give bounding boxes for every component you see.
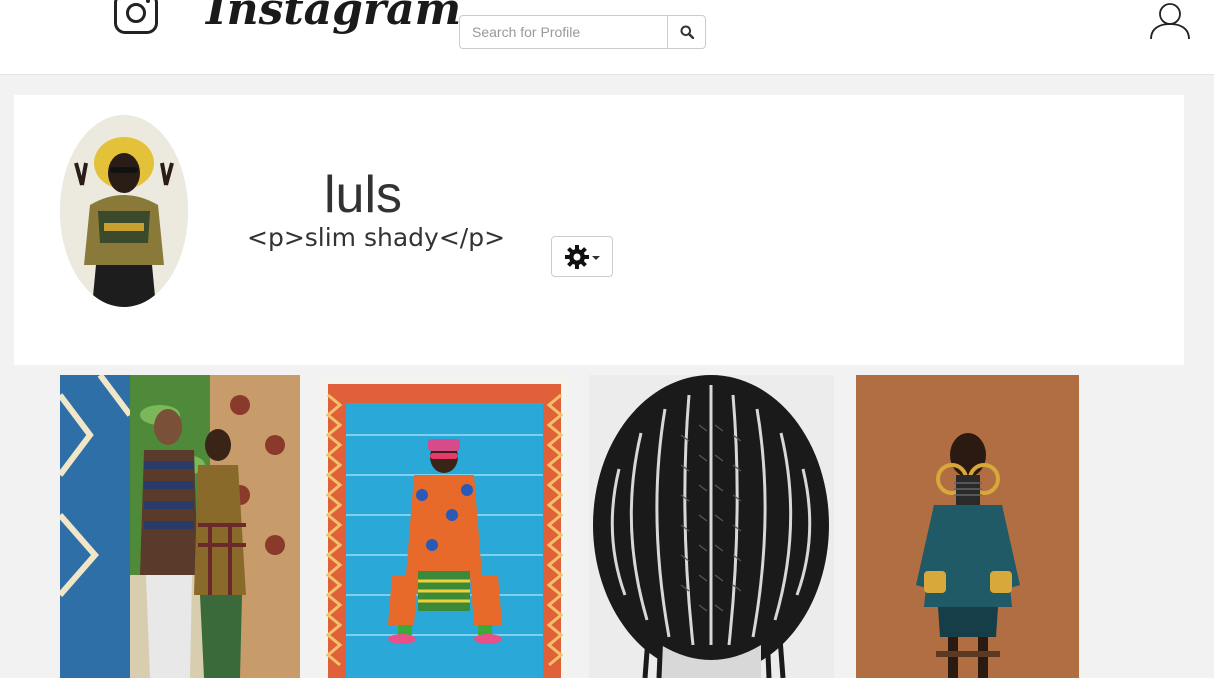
post-thumbnail-3[interactable]: [589, 375, 834, 678]
instagram-wordmark[interactable]: Instagram: [206, 0, 461, 35]
profile-username: luls: [324, 166, 403, 224]
search-input[interactable]: [459, 15, 667, 49]
instagram-glyph-icon[interactable]: [114, 0, 158, 34]
settings-dropdown-button[interactable]: [551, 236, 613, 277]
user-profile-button[interactable]: [1148, 0, 1192, 40]
top-navbar: Instagram: [0, 0, 1214, 75]
post-thumbnail-1[interactable]: [60, 375, 300, 678]
search-icon: [680, 25, 694, 39]
post-thumbnail-4[interactable]: [856, 375, 1079, 678]
profile-bio: <p>slim shady</p>: [247, 223, 506, 252]
gear-icon: [565, 244, 589, 269]
caret-down-icon: [592, 255, 600, 260]
search-button[interactable]: [667, 15, 706, 49]
user-profile-icon: [1150, 3, 1190, 40]
profile-header-card: luls <p>slim shady</p>: [14, 95, 1184, 365]
search-bar: [459, 15, 706, 49]
post-thumbnail-2[interactable]: [322, 375, 567, 678]
profile-avatar[interactable]: [60, 115, 188, 307]
